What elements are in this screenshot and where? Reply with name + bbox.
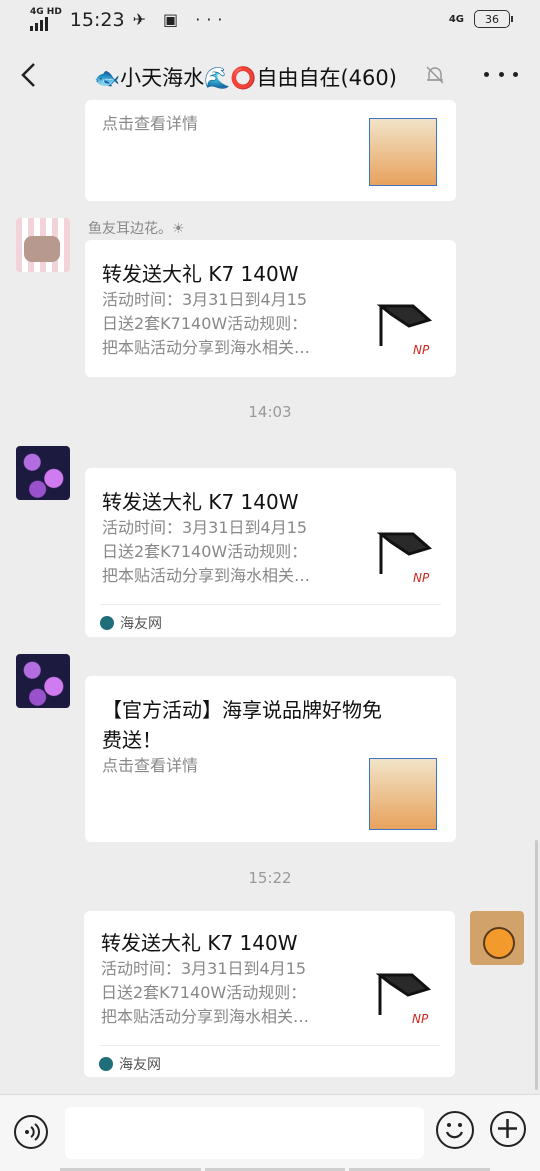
link-card[interactable]: 转发送大礼 K7 140W 活动时间：3月31日到4月15 日送2套K7140W… — [85, 240, 456, 377]
input-bar — [0, 1094, 540, 1171]
card-thumbnail — [369, 758, 437, 830]
timestamp: 14:03 — [248, 403, 292, 421]
card-desc: 点击查看详情 — [102, 114, 199, 133]
source-label: 海友网 — [119, 1057, 161, 1073]
source-label: 海友网 — [120, 616, 162, 632]
sender-avatar[interactable] — [16, 654, 70, 708]
chat-title: 🐟小天海水🌊⭕自由自在(460) — [94, 66, 397, 90]
card-title: 转发送大礼 K7 140W — [101, 931, 298, 955]
thumb-logo-text: NP — [412, 1012, 429, 1026]
card-title-line: 费送！ — [102, 728, 162, 752]
site-icon — [100, 616, 114, 630]
emoji-button[interactable] — [436, 1111, 474, 1149]
more-button[interactable] — [484, 72, 518, 82]
card-title-line: 【官方活动】海享说品牌好物免 — [102, 698, 382, 722]
card-desc-line: 活动时间：3月31日到4月15 — [101, 959, 307, 978]
back-button[interactable] — [14, 56, 48, 94]
site-icon — [99, 1057, 113, 1071]
emoji-icon — [445, 1123, 464, 1139]
card-source: 海友网 — [99, 1045, 440, 1074]
signal-icon — [30, 17, 48, 31]
mobile-network-label: 4G — [448, 13, 464, 25]
link-card[interactable]: 【官方活动】海享说品牌好物免 费送！ 点击查看详情 — [85, 676, 456, 842]
message-input[interactable] — [65, 1107, 424, 1159]
card-thumbnail — [369, 118, 437, 186]
link-card-partial[interactable]: 点击查看详情 — [85, 100, 456, 201]
card-thumbnail: NP — [373, 528, 439, 594]
timestamp: 15:22 — [248, 869, 292, 887]
card-desc-line: 日送2套K7140W活动规则： — [101, 983, 307, 1002]
plus-icon — [498, 1119, 517, 1138]
card-desc: 点击查看详情 — [102, 756, 199, 775]
link-card[interactable]: 转发送大礼 K7 140W 活动时间：3月31日到4月15 日送2套K7140W… — [85, 468, 456, 637]
scrollbar[interactable] — [535, 840, 538, 1090]
card-desc-line: 把本贴活动分享到海水相关… — [102, 566, 311, 585]
card-source: 海友网 — [100, 604, 441, 633]
card-desc-line: 日送2套K7140W活动规则： — [102, 542, 308, 561]
clock: 15:23 — [69, 8, 125, 31]
sender-avatar[interactable] — [16, 218, 70, 272]
plus-button[interactable] — [490, 1111, 526, 1147]
notification-icons: ✈ ▣ ··· — [132, 10, 229, 29]
card-thumbnail: NP — [372, 969, 438, 1035]
card-thumbnail: NP — [373, 300, 439, 366]
card-desc-line: 把本贴活动分享到海水相关… — [101, 1007, 310, 1026]
voice-icon — [25, 1123, 40, 1141]
card-desc-line: 日送2套K7140W活动规则： — [102, 314, 308, 333]
card-desc-line: 活动时间：3月31日到4月15 — [102, 290, 308, 309]
thumb-logo-text: NP — [413, 343, 430, 357]
battery-icon: 36 — [474, 10, 513, 28]
chat-header: 🐟小天海水🌊⭕自由自在(460) — [0, 42, 540, 108]
voice-button[interactable] — [14, 1115, 48, 1149]
sender-name: 鱼友耳边花。☀ — [88, 221, 185, 237]
network-label: 4G HD — [30, 7, 62, 17]
card-title: 转发送大礼 K7 140W — [102, 490, 299, 514]
own-avatar[interactable] — [470, 911, 524, 965]
battery-level: 36 — [485, 12, 499, 26]
card-desc-line: 把本贴活动分享到海水相关… — [102, 338, 311, 357]
card-title: 转发送大礼 K7 140W — [102, 262, 299, 286]
mute-bell-icon — [424, 64, 446, 86]
sender-avatar[interactable] — [16, 446, 70, 500]
status-bar: 4G HD 15:23 ✈ ▣ ··· 4G 36 — [0, 0, 540, 42]
link-card[interactable]: 转发送大礼 K7 140W 活动时间：3月31日到4月15 日送2套K7140W… — [84, 911, 455, 1077]
card-desc-line: 活动时间：3月31日到4月15 — [102, 518, 308, 537]
back-arrow-icon — [21, 63, 35, 87]
thumb-logo-text: NP — [413, 571, 430, 585]
